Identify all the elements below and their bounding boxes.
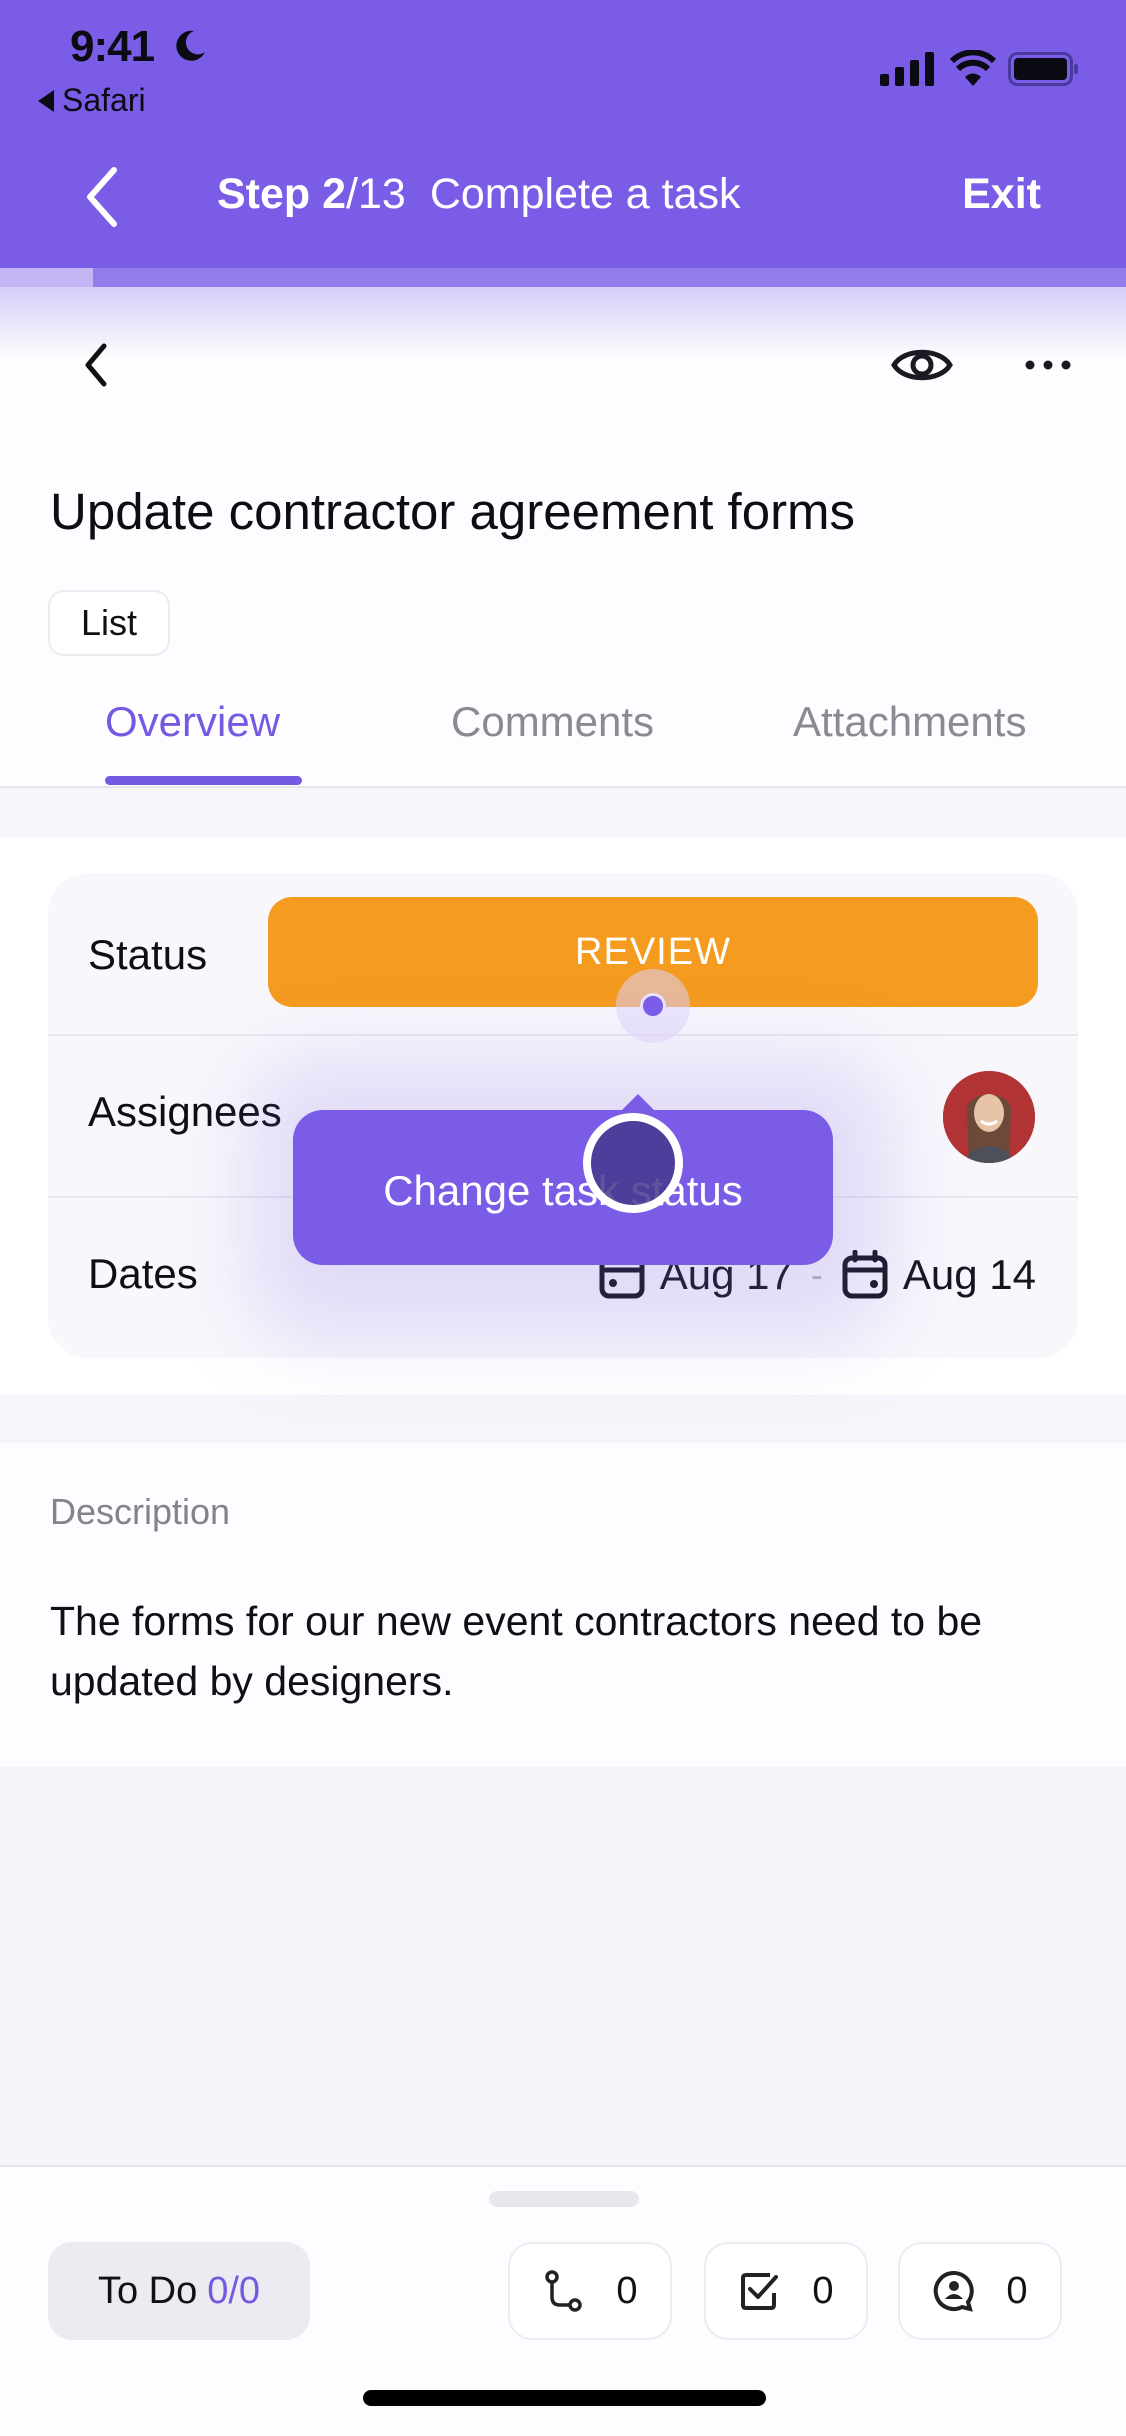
exit-tour-button[interactable]: Exit [962, 170, 1041, 219]
subtasks-icon [545, 2270, 583, 2312]
dates-label: Dates [88, 1250, 198, 1297]
wifi-icon [950, 50, 996, 86]
section-spacer [0, 790, 1126, 837]
tour-step-total: /13 [346, 170, 406, 218]
back-triangle-icon [38, 89, 54, 112]
tour-progress-fill [0, 268, 94, 287]
ios-status-bar: 9:41 Safari [0, 0, 1126, 130]
tab-comments[interactable]: Comments [451, 698, 654, 746]
hotspot-dot[interactable] [640, 993, 666, 1019]
task-title: Update contractor agreement forms [50, 483, 856, 540]
description-section: Description The forms for our new event … [0, 1443, 1126, 1767]
assigned-comments-icon [934, 2270, 975, 2312]
back-to-app-link[interactable]: Safari [38, 82, 146, 119]
cellular-signal-icon [880, 52, 934, 86]
description-label: Description [50, 1491, 231, 1532]
tour-back-button[interactable] [78, 162, 128, 232]
header-shadow [0, 287, 1126, 357]
assignee-avatar[interactable] [943, 1071, 1035, 1163]
task-tabs: Overview Comments Attachments [0, 690, 1126, 788]
touch-indicator [583, 1113, 683, 1213]
tour-step-title: Complete a task [429, 170, 741, 218]
subtasks-count: 0 [616, 2269, 638, 2312]
todo-checklist-button[interactable]: To Do 0/0 [48, 2242, 310, 2340]
tour-progress-bar [0, 268, 1126, 287]
assigned-comments-count: 0 [1006, 2269, 1028, 2312]
tour-step: Step 2 [217, 170, 347, 218]
checklist-button[interactable]: 0 [704, 2242, 868, 2340]
onboarding-tooltip[interactable]: Change task status [293, 1110, 833, 1265]
ellipsis-icon[interactable] [1020, 350, 1076, 380]
status-row: Status REVIEW [48, 873, 1078, 1034]
status-label: Status [88, 931, 208, 978]
tour-bar: Step 2/13 Complete a task Exit [0, 150, 1126, 240]
todo-count: 0/0 [207, 2269, 261, 2312]
tab-overview[interactable]: Overview [105, 698, 280, 746]
list-chip[interactable]: List [48, 590, 170, 656]
eye-icon[interactable] [890, 340, 954, 390]
section-spacer [0, 1395, 1126, 1443]
todo-label: To Do [97, 2269, 198, 2312]
subtasks-button[interactable]: 0 [508, 2242, 672, 2340]
chevron-left-icon[interactable] [78, 338, 118, 392]
person-photo-icon [943, 1071, 1035, 1163]
tooltip-text: Change task status [383, 1166, 743, 1214]
checklist-count: 0 [812, 2269, 834, 2312]
active-tab-indicator [105, 776, 302, 785]
sheet-drag-handle[interactable] [489, 2191, 639, 2207]
back-app-label: Safari [62, 82, 146, 118]
tab-attachments[interactable]: Attachments [793, 698, 1026, 746]
description-text[interactable]: The forms for our new event contractors … [50, 1591, 1080, 1711]
moon-icon [176, 30, 205, 61]
onboarding-header: 9:41 Safari Step 2/13 Complete a task Ex… [0, 0, 1126, 268]
battery-icon [1008, 52, 1078, 86]
status-time: 9:41 [70, 22, 155, 71]
home-indicator[interactable] [363, 2390, 766, 2406]
assigned-comments-button[interactable]: 0 [898, 2242, 1062, 2340]
due-date: Aug 14 [902, 1251, 1036, 1298]
checklist-icon [741, 2273, 779, 2310]
tour-title: Step 2/13 Complete a task [217, 170, 741, 219]
